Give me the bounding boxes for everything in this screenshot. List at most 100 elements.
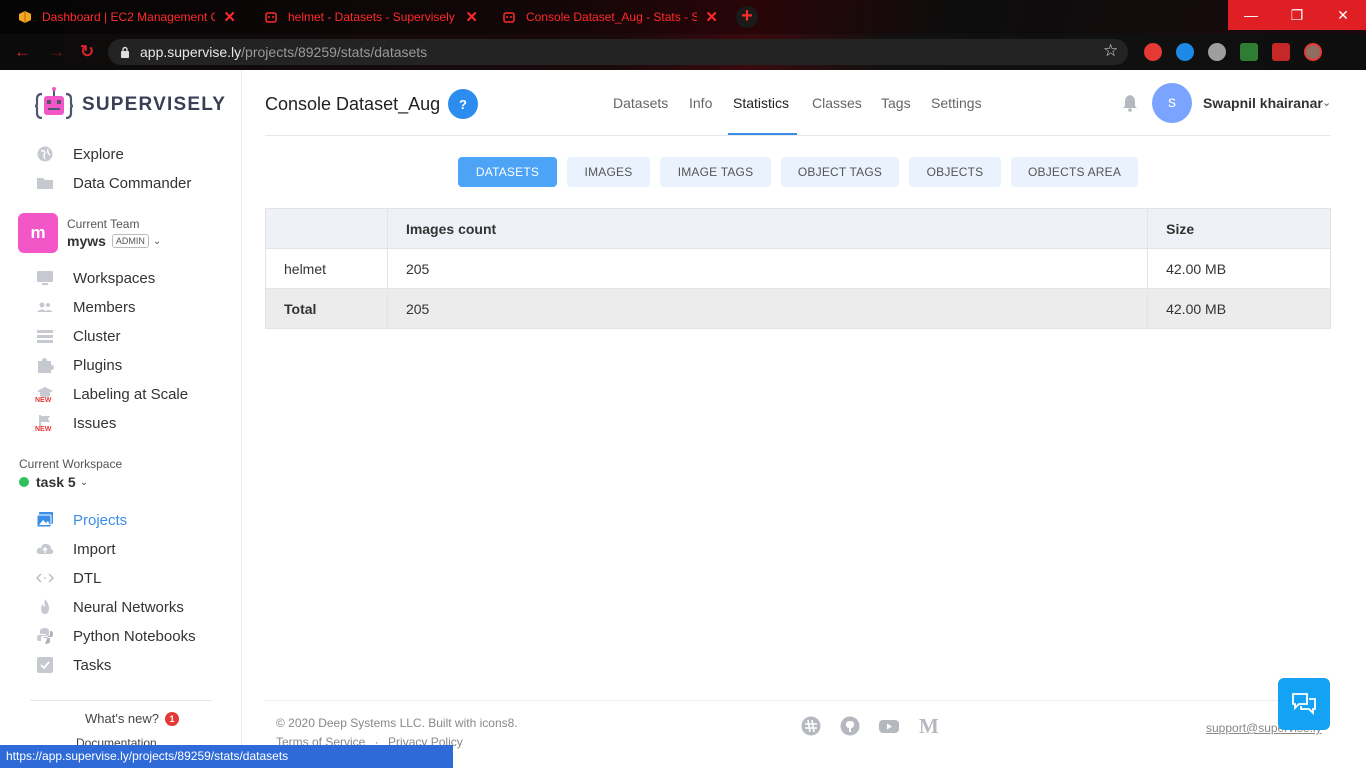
supervisely-icon	[265, 12, 277, 23]
stats-tab-datasets[interactable]: DATASETS	[458, 157, 557, 187]
sidebar-item-members[interactable]: Members	[36, 296, 136, 318]
status-dot	[19, 477, 29, 487]
sidebar-item-cluster[interactable]: Cluster	[36, 325, 121, 347]
help-button[interactable]: ?	[448, 89, 478, 119]
stats-tab-object-tags[interactable]: OBJECT TAGS	[781, 157, 899, 187]
column-header-images-count[interactable]: Images count	[386, 208, 1149, 249]
chat-bubbles-icon	[1292, 693, 1316, 716]
flame-icon	[41, 599, 49, 614]
sidebar-item-import[interactable]: Import	[36, 538, 116, 560]
new-badge: NEW	[35, 397, 52, 404]
hand-extension-icon[interactable]	[1144, 43, 1162, 61]
tab-settings[interactable]: Settings	[931, 95, 982, 111]
team-name: myws	[67, 233, 106, 249]
browser-tab-stats[interactable]: Console Dataset_Aug - Stats - Su ✕	[484, 0, 728, 34]
user-name[interactable]: Swapnil khairanar	[1203, 95, 1323, 111]
column-header-dataset	[265, 208, 388, 249]
url-text: app.supervise.ly/projects/89259/stats/da…	[140, 44, 427, 60]
forward-arrow-icon[interactable]: →	[48, 42, 65, 62]
stats-tab-objects-area[interactable]: OBJECTS AREA	[1011, 157, 1138, 187]
images-icon	[36, 512, 53, 528]
sidebar-item-explore[interactable]: Explore	[36, 143, 124, 165]
sidebar-item-plugins[interactable]: Plugins	[36, 354, 122, 376]
sidebar-item-dtl[interactable]: DTL	[36, 567, 101, 589]
column-header-size[interactable]: Size	[1147, 208, 1331, 249]
current-team-switcher[interactable]: m Current Team myws ADMIN ⌄	[18, 213, 161, 253]
minimize-button[interactable]: —	[1228, 0, 1274, 30]
robot-logo-icon	[34, 87, 74, 120]
sidebar-item-neural-networks[interactable]: Neural Networks	[36, 596, 184, 618]
tab-statistics[interactable]: Statistics	[733, 95, 789, 111]
copyright-text: © 2020 Deep Systems LLC. Built with icon…	[276, 716, 518, 730]
total-count-cell: 205	[386, 288, 1149, 329]
sidebar-item-label: Members	[73, 298, 136, 316]
eyedropper-extension-icon[interactable]	[1240, 43, 1258, 61]
current-workspace-switcher[interactable]: task 5 ⌄	[19, 474, 88, 490]
chat-support-button[interactable]	[1278, 678, 1330, 730]
sidebar-item-label: Explore	[73, 145, 124, 163]
close-window-button[interactable]: ✕	[1320, 0, 1366, 30]
extensions-icon[interactable]	[1272, 43, 1290, 61]
bell-icon[interactable]	[1122, 94, 1138, 112]
team-avatar: m	[18, 213, 58, 253]
browser-tab-ec2[interactable]: Dashboard | EC2 Management C ✕	[0, 0, 246, 34]
cloud-upload-icon	[36, 543, 54, 554]
new-tab-button[interactable]: +	[736, 6, 758, 28]
puzzle-extension-icon[interactable]	[1176, 43, 1194, 61]
tab-classes[interactable]: Classes	[812, 95, 862, 111]
browser-tab-helmet[interactable]: helmet - Datasets - Supervisely ✕	[246, 0, 488, 34]
folder-icon	[37, 178, 53, 189]
sidebar-item-label: Plugins	[73, 356, 123, 374]
close-icon[interactable]: ✕	[705, 8, 718, 26]
sidebar-item-label: Neural Networks	[73, 598, 184, 616]
download-extension-icon[interactable]	[1208, 43, 1226, 61]
sidebar-item-label: Labeling at Scale	[73, 385, 189, 403]
youtube-icon[interactable]	[879, 716, 899, 736]
sidebar-item-projects[interactable]: Projects	[36, 509, 127, 531]
address-bar[interactable]: app.supervise.ly/projects/89259/stats/da…	[108, 39, 1128, 65]
github-icon[interactable]	[840, 716, 860, 736]
tab-tags[interactable]: Tags	[881, 95, 911, 111]
sidebar-item-python-notebooks[interactable]: Python Notebooks	[36, 625, 196, 647]
divider	[30, 700, 212, 701]
sidebar-item-label: Data Commander	[73, 174, 192, 192]
page-title: Console Dataset_Aug	[265, 94, 441, 114]
back-arrow-icon[interactable]: ←	[14, 42, 31, 62]
reload-icon[interactable]: ↻	[80, 42, 94, 62]
sidebar-item-labeling-at-scale[interactable]: NEW Labeling at Scale	[35, 383, 189, 405]
slack-icon[interactable]	[801, 716, 821, 736]
chevron-down-icon: ⌄	[152, 235, 162, 247]
total-label-cell: Total	[265, 288, 388, 329]
chevron-down-icon: ⌄	[79, 476, 89, 488]
brand-name: SUPERVISELY	[82, 94, 227, 115]
stats-tab-image-tags[interactable]: IMAGE TAGS	[660, 157, 771, 187]
new-badge: NEW	[35, 426, 52, 433]
url-host: app.supervise.ly	[140, 44, 242, 60]
stats-tab-images[interactable]: IMAGES	[567, 157, 650, 187]
sidebar-item-label: Cluster	[73, 327, 121, 345]
close-icon[interactable]: ✕	[465, 8, 478, 26]
table-header-row: Images count Size	[265, 208, 1331, 249]
chevron-down-icon[interactable]: ⌄	[1322, 96, 1331, 109]
maximize-button[interactable]: ❐	[1274, 0, 1320, 30]
close-icon[interactable]: ✕	[223, 8, 236, 26]
sidebar-item-tasks[interactable]: Tasks	[36, 654, 111, 676]
stats-tab-objects[interactable]: OBJECTS	[909, 157, 1001, 187]
tab-datasets[interactable]: Datasets	[613, 95, 668, 111]
whats-new-link[interactable]: What's new? 1	[85, 711, 180, 726]
images-count-cell: 205	[386, 248, 1149, 289]
profile-avatar[interactable]	[1304, 43, 1322, 61]
sidebar-item-workspaces[interactable]: Workspaces	[36, 267, 155, 289]
notification-count-badge: 1	[165, 711, 180, 726]
whats-new-label: What's new?	[85, 711, 160, 726]
sidebar-item-data-commander[interactable]: Data Commander	[36, 172, 191, 194]
supervisely-logo[interactable]: SUPERVISELY	[34, 86, 226, 124]
star-icon[interactable]: ☆	[1103, 41, 1118, 61]
globe-icon	[37, 146, 53, 162]
medium-icon[interactable]: M	[919, 716, 939, 737]
tab-info[interactable]: Info	[689, 95, 712, 111]
sidebar-item-issues[interactable]: NEW Issues	[35, 412, 116, 434]
user-avatar[interactable]: s	[1152, 83, 1192, 123]
workspace-name: task 5	[36, 474, 76, 490]
table-row: helmet 205 42.00 MB	[265, 248, 1331, 289]
